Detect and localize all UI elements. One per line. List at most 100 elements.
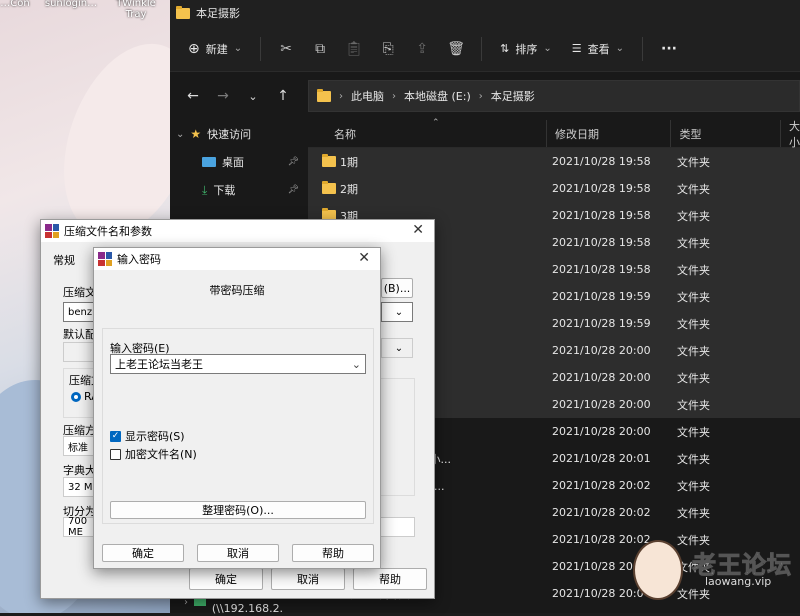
breadcrumb-item[interactable]: 本地磁盘 (E:) — [404, 88, 471, 104]
folder-icon — [322, 181, 336, 194]
share-icon[interactable]: ⇪ — [407, 34, 437, 64]
more-button[interactable]: ··· — [653, 34, 685, 64]
toolbar-separator — [642, 36, 643, 61]
pin-icon: 📌︎ — [287, 157, 299, 167]
desktop-icon-label[interactable]: …Con — [0, 0, 30, 9]
file-name-cell: 2期 — [308, 181, 548, 197]
close-icon[interactable]: ✕ — [358, 250, 370, 266]
file-type: 文件夹 — [677, 317, 710, 331]
chevron-down-icon: ⌄ — [176, 128, 185, 140]
sidebar-label: 快速访问 — [207, 128, 252, 141]
profile-dropdown[interactable]: ⌄ — [381, 338, 413, 358]
breadcrumb-item[interactable]: 本足摄影 — [491, 88, 535, 104]
checkbox-checked-icon: ✓ — [110, 430, 121, 442]
watermark-url: laowang.vip — [705, 575, 772, 588]
network-drive-icon — [194, 598, 206, 606]
chevron-down-icon: ⌄ — [233, 43, 243, 54]
command-bar: ⊕ 新建 ⌄ ✂ ⧉ 📋︎ ⎘ ⇪ 🗑︎ ⇅ 排序 ⌄ ☰ 查看 ⌄ ··· — [170, 26, 800, 72]
chevron-right-icon: › — [392, 90, 396, 102]
column-header-label: 修改日期 — [555, 127, 600, 141]
file-date: 2021/10/28 20:00 — [552, 398, 651, 411]
column-header-size[interactable]: 大小 — [781, 120, 800, 149]
file-type: 文件夹 — [677, 371, 710, 385]
close-icon[interactable]: ✕ — [412, 222, 424, 238]
file-type: 文件夹 — [677, 344, 710, 358]
file-date: 2021/10/28 20:02 — [552, 479, 651, 492]
file-type: 文件夹 — [677, 425, 710, 439]
column-header-name[interactable]: 名称 ⌃ — [308, 118, 548, 147]
copy-icon[interactable]: ⧉ — [305, 34, 335, 64]
file-date: 2021/10/28 20:01 — [552, 452, 651, 465]
file-date: 2021/10/28 20:02 — [552, 506, 651, 519]
desktop-icon-label[interactable]: sunlogin… — [36, 0, 106, 9]
desktop-icon-label[interactable]: TWinkle Tray — [112, 0, 160, 20]
chevron-down-icon: ⌄ — [394, 342, 404, 354]
tab-general[interactable]: 常规 — [53, 252, 75, 268]
file-date: 2021/10/28 19:59 — [552, 317, 651, 330]
encrypt-filenames-checkbox[interactable]: 加密文件名(N) — [110, 446, 197, 462]
password-input[interactable]: 上老王论坛当老王 ⌄ — [110, 354, 366, 374]
sidebar-item-desktop[interactable]: 桌面 📌︎ — [170, 148, 305, 176]
file-date: 2021/10/28 20:00 — [552, 425, 651, 438]
watermark-logo — [633, 540, 683, 600]
delete-icon[interactable]: 🗑︎ — [441, 34, 471, 64]
up-arrow-icon[interactable]: ↑ — [270, 83, 296, 109]
sort-icon: ⇅ — [500, 42, 510, 55]
file-type: 文件夹 — [677, 398, 710, 412]
winrar-icon — [45, 224, 59, 238]
paste-icon[interactable]: 📋︎ — [339, 34, 369, 64]
back-arrow-icon[interactable]: ← — [180, 83, 206, 109]
file-type: 文件夹 — [677, 452, 710, 466]
file-type: 文件夹 — [677, 290, 710, 304]
file-date: 2021/10/28 19:58 — [552, 209, 651, 222]
new-button[interactable]: ⊕ 新建 ⌄ — [180, 34, 250, 64]
sidebar-item-quick-access[interactable]: ⌄ ★ 快速访问 — [170, 120, 305, 148]
password-help-button[interactable]: 帮助 — [292, 544, 374, 562]
sidebar-label: 桌面 — [222, 156, 244, 169]
view-button[interactable]: ☰ 查看 ⌄ — [564, 34, 632, 64]
sidebar-item-downloads[interactable]: ⤓ 下载 📌︎ — [170, 176, 305, 204]
address-row: ← → ⌄ ↑ › 此电脑 › 本地磁盘 (E:) › 本足摄影 — [170, 72, 800, 120]
view-icon: ☰ — [571, 42, 582, 55]
file-type: 文件夹 — [677, 263, 710, 277]
file-row[interactable]: 1期 2021/10/28 19:58 文件夹 — [308, 148, 800, 175]
password-cancel-button[interactable]: 取消 — [197, 544, 279, 562]
default-profile-label: 默认配 — [63, 328, 96, 341]
organize-passwords-button[interactable]: 整理密码(O)... — [110, 501, 366, 519]
dictionary-label: 字典大 — [63, 464, 96, 477]
forward-arrow-icon[interactable]: → — [210, 83, 236, 109]
sort-button[interactable]: ⇅ 排序 ⌄ — [492, 34, 560, 64]
cut-icon[interactable]: ✂ — [271, 34, 301, 64]
recent-chevron-icon[interactable]: ⌄ — [240, 83, 266, 109]
checkbox-label: 显示密码(S) — [125, 430, 185, 443]
column-header-type[interactable]: 类型 — [671, 120, 781, 147]
address-bar[interactable]: › 此电脑 › 本地磁盘 (E:) › 本足摄影 — [308, 80, 800, 112]
chevron-down-icon: ⌄ — [351, 357, 361, 371]
desktop-icon — [202, 157, 216, 167]
breadcrumb-item[interactable]: 此电脑 — [351, 88, 384, 104]
rename-icon[interactable]: ⎘ — [373, 34, 403, 64]
column-header-label: 类型 — [679, 127, 702, 141]
archive-ok-button[interactable]: 确定 — [189, 568, 263, 590]
archive-name-dropdown[interactable]: ⌄ — [381, 302, 413, 322]
column-header-label: 名称 — [334, 127, 356, 141]
folder-icon — [317, 88, 331, 102]
file-date: 2021/10/28 20:00 — [552, 344, 651, 357]
archive-cancel-button[interactable]: 取消 — [271, 568, 345, 590]
file-row[interactable]: 2期 2021/10/28 19:58 文件夹 — [308, 175, 800, 202]
show-password-checkbox[interactable]: ✓ 显示密码(S) — [110, 428, 185, 444]
chevron-right-icon: › — [478, 90, 483, 102]
file-type: 文件夹 — [677, 506, 710, 520]
browse-button[interactable]: (B)... — [381, 278, 413, 298]
chevron-down-icon: ⌄ — [615, 43, 624, 54]
dialog-title-bar: 压缩文件名和参数 ✕ — [41, 220, 434, 242]
archive-help-button[interactable]: 帮助 — [353, 568, 427, 590]
file-date: 2021/10/28 19:59 — [552, 290, 651, 303]
file-date: 2021/10/28 19:58 — [552, 155, 651, 168]
column-header-date[interactable]: 修改日期 — [547, 120, 672, 147]
winrar-icon — [98, 252, 112, 266]
password-ok-button[interactable]: 确定 — [102, 544, 184, 562]
toolbar-separator — [260, 36, 262, 61]
folder-icon — [176, 5, 190, 19]
plus-circle-icon: ⊕ — [188, 40, 200, 57]
